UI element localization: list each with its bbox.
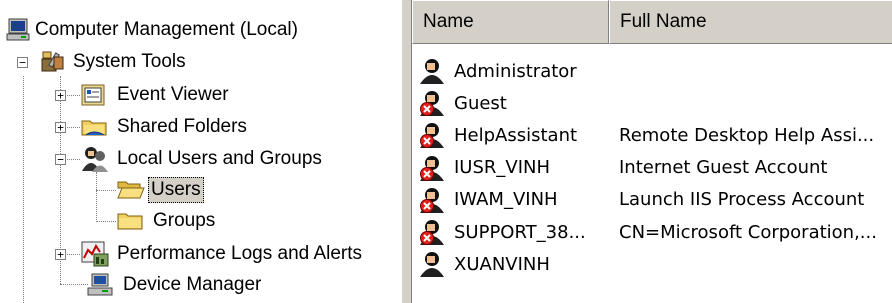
user-row[interactable]: Guest [412,87,892,119]
user-row[interactable]: Administrator [412,55,892,87]
device-manager-icon [86,272,114,298]
open-folder-icon [116,178,146,202]
user-name-cell: HelpAssistant [454,124,578,146]
pane-splitter[interactable] [401,0,412,303]
users-groups-icon [80,145,110,173]
column-header-full-name[interactable]: Full Name [609,0,892,44]
full-name-cell: Internet Guest Account [619,157,828,179]
tree-item-label: Performance Logs and Alerts [117,243,363,264]
tree-item-local-users-and-groups[interactable]: Local Users and Groups [80,144,325,174]
expand-toggle[interactable]: + [55,249,66,260]
user-name-cell: IWAM_VINH [454,189,558,211]
user-name-cell: Administrator [454,60,577,82]
user-name-cell: IUSR_VINH [454,157,551,179]
disabled-user-icon [418,89,448,117]
column-header-name[interactable]: Name [412,0,609,44]
tree-item-computer-management[interactable]: Computer Management (Local) [6,15,301,45]
full-name-cell: CN=Microsoft Corporation,... [619,221,877,243]
user-name-cell: SUPPORT_38... [454,221,586,243]
user-icon [418,57,448,85]
performance-icon [80,240,110,268]
tree-item-device-manager[interactable]: Device Manager [86,270,264,300]
console-tree: Computer Management (Local) − System Too… [0,0,401,303]
folder-icon [116,209,146,233]
disabled-user-icon [418,218,448,246]
tree-item-label: Device Manager [123,274,262,295]
tree-line [96,172,97,222]
full-name-cell: Remote Desktop Help Assi... [619,124,875,146]
tree-item-label: Local Users and Groups [117,148,322,169]
disabled-user-icon [418,186,448,214]
user-row[interactable]: IWAM_VINH Launch IIS Process Account [412,184,892,216]
user-row[interactable]: XUANVINH [412,248,892,280]
expand-toggle[interactable]: + [55,90,66,101]
tree-item-users[interactable]: Users [116,175,204,205]
user-list-view: Name Full Name Administrator Guest HelpAss… [412,0,892,303]
user-row[interactable]: HelpAssistant Remote Desktop Help Assi... [412,119,892,151]
tools-icon [40,49,66,75]
tree-item-label: Groups [153,210,216,231]
disabled-user-icon [418,154,448,182]
user-name-cell: XUANVINH [454,253,550,275]
user-row[interactable]: IUSR_VINH Internet Guest Account [412,152,892,184]
tree-item-event-viewer[interactable]: Event Viewer [80,80,232,110]
tree-item-system-tools[interactable]: System Tools [40,47,189,77]
expand-toggle[interactable]: + [55,122,66,133]
tree-item-label: Event Viewer [117,84,229,105]
tree-item-shared-folders[interactable]: Shared Folders [80,112,250,142]
user-name-cell: Guest [454,92,507,114]
user-icon [418,250,448,278]
tree-item-label: System Tools [73,51,186,72]
tree-item-performance-logs[interactable]: Performance Logs and Alerts [80,239,365,269]
event-viewer-icon [80,83,106,107]
tree-line [60,284,88,285]
tree-line [96,190,116,191]
collapse-toggle[interactable]: − [55,154,66,165]
user-row[interactable]: SUPPORT_38... CN=Microsoft Corporation,..… [412,216,892,248]
tree-item-label: Shared Folders [117,116,247,137]
collapse-toggle[interactable]: − [17,57,28,68]
tree-item-label: Users [148,177,204,203]
computer-icon [6,18,32,42]
tree-line [96,221,116,222]
disabled-user-icon [418,121,448,149]
tree-item-label: Computer Management (Local) [35,19,298,40]
shared-folder-icon [80,115,110,139]
tree-line [23,76,24,303]
tree-item-groups[interactable]: Groups [116,206,218,236]
full-name-cell: Launch IIS Process Account [619,189,865,211]
